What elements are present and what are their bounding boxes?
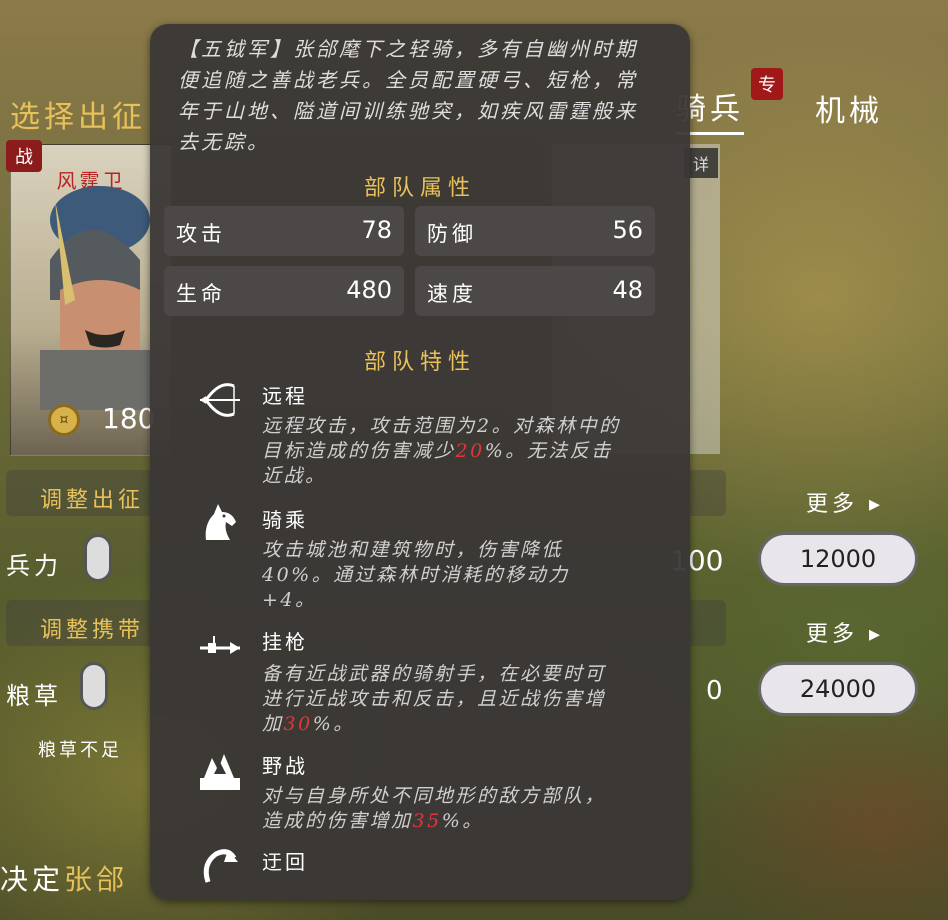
trait-highlight: 20 [455, 440, 485, 462]
unit-tooltip: 【五钺军】张郃麾下之轻骑，多有自幽州时期便追随之善战老兵。全员配置硬弓、短枪，常… [150, 24, 690, 900]
trait-desc-tail: %。 [441, 810, 484, 832]
stat-label: 攻击 [176, 222, 226, 246]
detour-icon [203, 849, 238, 883]
trait-description: 攻击城池和建筑物时，伤害降低40%。通过森林时消耗的移动力+4。 [262, 538, 622, 613]
war-badge: 战 [6, 140, 42, 172]
trait-desc-tail: %。 [312, 713, 355, 735]
traits-title: 部队特性 [363, 350, 476, 375]
confirm-prompt: 决定张郃 [0, 858, 128, 898]
trait-highlight: 35 [412, 810, 442, 832]
stat-hp: 生命 480 [164, 266, 404, 316]
trait-description: 备有近战武器的骑射手，在必要时可进行近战攻击和反击，且近战伤害增加30%。 [262, 662, 622, 737]
confirm-prefix: 决定 [0, 863, 65, 896]
field-battle-icon [200, 754, 240, 790]
food-more-label: 更多 [806, 622, 859, 647]
section-title: 选择出征 [10, 100, 146, 135]
trait-name: 迂回 [262, 850, 308, 874]
tab-machine[interactable]: 机械 [815, 86, 883, 130]
stat-speed: 速度 48 [415, 266, 655, 316]
stat-value: 480 [346, 276, 392, 304]
troop-more-label: 更多 [806, 492, 859, 517]
stat-value: 48 [612, 276, 643, 304]
spear-icon [200, 636, 240, 654]
food-max-value: 0 [706, 676, 723, 706]
bow-icon [200, 383, 240, 417]
food-label: 粮草 [6, 682, 62, 710]
attributes-title: 部队属性 [363, 176, 476, 201]
trait-desc-text: 攻击城池和建筑物时，伤害降低40%。通过森林时消耗的移动力+4。 [262, 539, 570, 611]
troop-value-input[interactable]: 12000 [758, 532, 918, 586]
stat-value: 78 [361, 216, 392, 244]
food-row-title: 调整携带 [40, 618, 145, 643]
stat-label: 生命 [176, 282, 226, 306]
food-value-input[interactable]: 24000 [758, 662, 918, 716]
troop-row-title: 调整出征 [40, 488, 145, 513]
trait-name: 远程 [262, 384, 308, 408]
unit-description: 【五钺军】张郃麾下之轻骑，多有自幽州时期便追随之善战老兵。全员配置硬弓、短枪，常… [178, 34, 658, 158]
hero-cost: 180 [102, 402, 156, 435]
stat-label: 速度 [427, 282, 477, 306]
stat-defense: 防御 56 [415, 206, 655, 256]
unit-tag: 【五钺军】 [178, 37, 293, 61]
food-slider-handle[interactable] [80, 662, 108, 710]
food-warning: 粮草不足 [38, 740, 122, 761]
hero-portrait [40, 186, 150, 410]
troop-slider-handle[interactable] [84, 534, 112, 582]
trait-description: 对与自身所处不同地形的敌方部队，造成的伤害增加35%。 [262, 784, 622, 834]
special-badge: 专 [751, 68, 783, 100]
confirm-general: 张郃 [64, 863, 129, 896]
trait-name: 骑乘 [262, 508, 308, 532]
stat-value: 56 [612, 216, 643, 244]
food-more-button[interactable]: 更多 ▸ [806, 616, 884, 648]
coin-icon: ¤ [48, 404, 80, 436]
troop-more-button[interactable]: 更多 ▸ [806, 486, 884, 518]
stat-label: 防御 [427, 222, 477, 246]
trait-name: 挂枪 [262, 630, 308, 654]
trait-name: 野战 [262, 754, 308, 778]
trait-highlight: 30 [283, 713, 313, 735]
horse-icon [205, 504, 236, 540]
stat-attack: 攻击 78 [164, 206, 404, 256]
trait-description: 远程攻击，攻击范围为2。对森林中的目标造成的伤害减少20%。无法反击近战。 [262, 414, 622, 489]
troop-label: 兵力 [6, 552, 62, 580]
